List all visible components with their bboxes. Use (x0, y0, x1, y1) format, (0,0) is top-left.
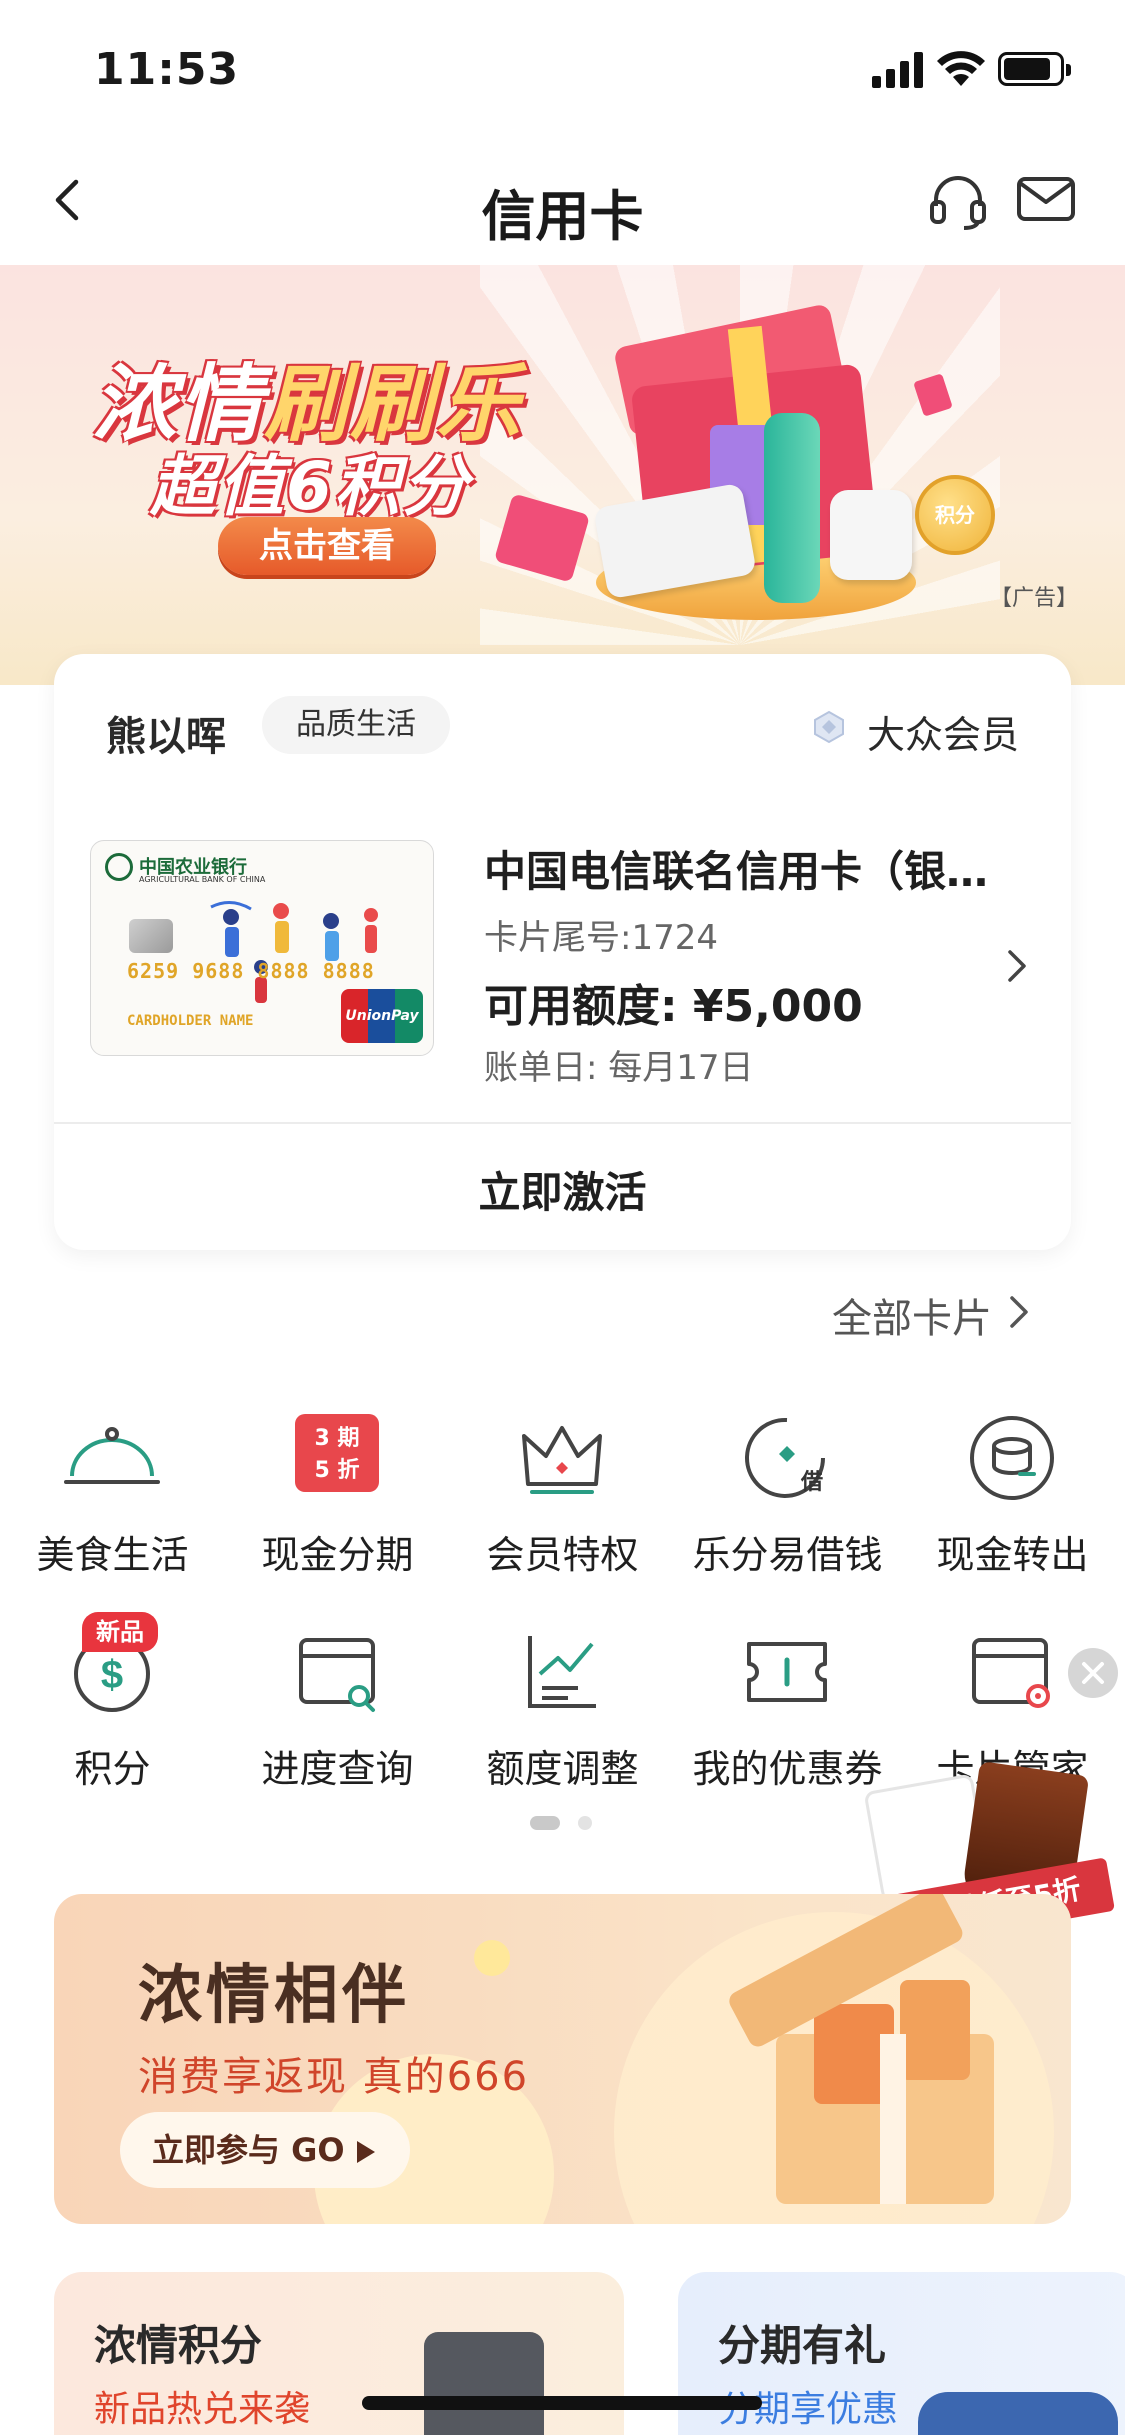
promo-title: 浓情相伴 (138, 1959, 410, 2033)
cellular-signal-icon (872, 52, 924, 88)
promo-join-button[interactable]: 立即参与 GO (120, 2112, 410, 2188)
card-settings-icon (972, 1638, 1050, 1708)
red-packet-image (900, 1980, 970, 2080)
chevron-right-icon[interactable] (1002, 946, 1032, 986)
status-time: 11:53 (94, 44, 240, 95)
member-level[interactable]: 大众会员 (867, 704, 1019, 759)
page-dot[interactable] (578, 1816, 592, 1830)
card-chip-icon (129, 919, 173, 953)
points-coin-icon: 积分 (915, 475, 995, 555)
user-tag: 品质生活 (262, 696, 450, 754)
close-icon[interactable] (1068, 1648, 1118, 1698)
promo-banner[interactable]: 浓情刷刷乐 超值6积分 点击查看 积分 【广告】 (0, 265, 1125, 685)
status-bar: 11:53 (0, 0, 1125, 140)
credit-card-panel: 熊以晖 品质生活 大众会员 中国农业银行 AGRICULTURAL BANK O… (54, 654, 1071, 1250)
activate-card-button[interactable]: 立即激活 (54, 1159, 1071, 1220)
wifi-icon (937, 51, 985, 86)
all-cards-link[interactable]: 全部卡片 (832, 1286, 992, 1344)
divider (54, 1122, 1071, 1124)
points-card-subtitle: 新品热兑来袭 (94, 2389, 311, 2430)
play-triangle-icon (356, 2141, 375, 2163)
unionpay-logo: UnionPay 银联 (341, 989, 423, 1043)
nav-bar: 信用卡 (0, 140, 1125, 265)
food-cloche-icon (64, 1427, 160, 1484)
bill-day: 账单日: 每月17日 (484, 1048, 754, 1088)
installment-card-title: 分期有礼 (718, 2321, 887, 2370)
promo-card[interactable]: 浓情相伴 消费享返现 真的666 立即参与 GO (54, 1894, 1071, 2224)
card-search-icon (299, 1638, 375, 1712)
coin-stack-icon (970, 1416, 1054, 1500)
user-name: 熊以晖 (106, 714, 226, 760)
member-diamond-icon (814, 710, 844, 744)
page-dot-active[interactable] (530, 1816, 560, 1830)
chart-up-icon (528, 1636, 596, 1708)
points-card[interactable]: 浓情积分 新品热兑来袭 (54, 2272, 624, 2435)
card-tail-number: 卡片尾号:1724 (484, 918, 718, 958)
battery-icon (998, 52, 1071, 86)
card-title[interactable]: 中国电信联名信用卡（银… (484, 838, 1004, 899)
earbuds-case-image (830, 490, 912, 580)
message-mail-icon[interactable] (1016, 174, 1076, 224)
installment-gift-card[interactable]: 分期有礼 分期享优惠 (678, 2272, 1125, 2435)
available-limit: 可用额度: ¥5,000 (484, 981, 863, 1032)
abc-bank-logo-icon (105, 853, 133, 881)
credit-card-image[interactable]: 中国农业银行 AGRICULTURAL BANK OF CHINA 6259 9… (90, 840, 434, 1056)
installment-ticket-icon: 3 期 5 折 (287, 1408, 387, 1508)
banner-cta-button[interactable]: 点击查看 (218, 517, 436, 575)
coupon-icon (747, 1642, 827, 1702)
new-badge: 新品 (82, 1612, 158, 1652)
home-indicator[interactable] (362, 2396, 762, 2410)
customer-service-headset-icon[interactable] (928, 170, 988, 232)
chevron-right-icon[interactable] (1004, 1290, 1034, 1334)
banner-subline: 超值6积分 (150, 448, 470, 525)
points-card-title: 浓情积分 (94, 2321, 263, 2370)
thermos-bottle-image (764, 413, 820, 603)
ad-label: 【广告】 (990, 586, 1079, 611)
svg-text:$: $ (101, 1653, 123, 1697)
car-image (918, 2392, 1118, 2435)
borrow-icon: 借 (737, 1408, 837, 1508)
promo-subtitle: 消费享返现 真的666 (138, 2054, 530, 2100)
crown-icon (522, 1426, 602, 1494)
suitcase-image (424, 2332, 544, 2435)
